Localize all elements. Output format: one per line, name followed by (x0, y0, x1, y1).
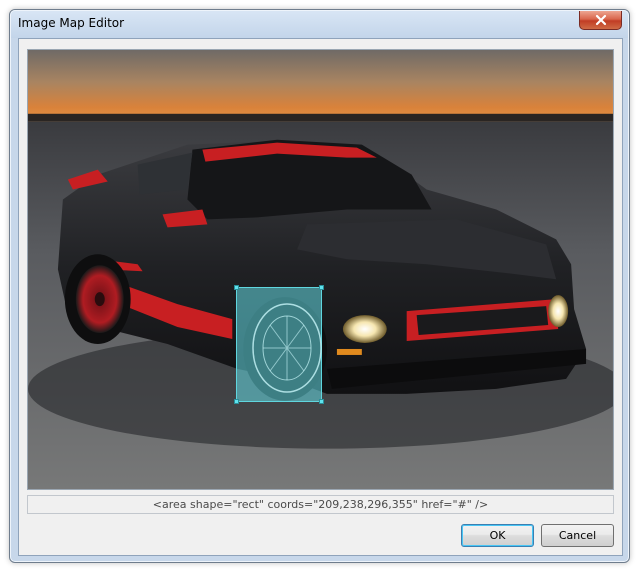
image-map-area-rect[interactable] (234, 285, 324, 404)
resize-handle-bottom-left[interactable] (234, 399, 239, 404)
wheel-icon (252, 303, 322, 393)
car-image (28, 50, 613, 489)
image-canvas[interactable] (27, 49, 614, 490)
resize-handle-top-left[interactable] (234, 285, 239, 290)
cancel-button[interactable]: Cancel (541, 524, 614, 547)
dialog-body: <area shape="rect" coords="209,238,296,3… (18, 38, 623, 556)
close-button[interactable] (579, 11, 622, 30)
resize-handle-top-right[interactable] (319, 285, 324, 290)
close-icon (595, 14, 606, 26)
resize-handle-bottom-right[interactable] (319, 399, 324, 404)
image-map-editor-dialog: Image Map Editor <area shape="rect" coor… (9, 9, 630, 563)
area-markup-status: <area shape="rect" coords="209,238,296,3… (27, 495, 614, 514)
ok-button[interactable]: OK (461, 524, 534, 547)
window-title: Image Map Editor (18, 16, 125, 30)
title-bar[interactable]: Image Map Editor (10, 10, 629, 38)
